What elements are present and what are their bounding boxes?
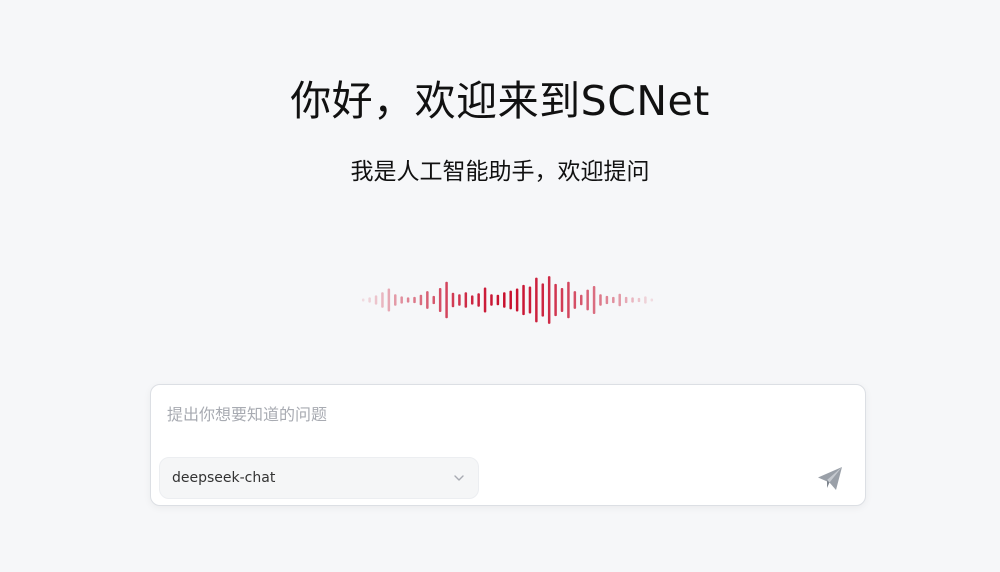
page-subtitle: 我是人工智能助手，欢迎提问 (350, 159, 650, 185)
wave-bar (567, 281, 570, 319)
chevron-down-icon (454, 475, 464, 481)
wave-bar (496, 294, 500, 306)
send-button[interactable] (815, 463, 845, 493)
wave-bar (458, 294, 461, 306)
wave-bar (381, 292, 384, 308)
model-select-value: deepseek-chat (172, 470, 276, 486)
wave-bar (554, 283, 557, 317)
model-select[interactable]: deepseek-chat (159, 457, 479, 499)
wave-bar (361, 298, 365, 302)
wave-bar (445, 281, 448, 319)
wave-bar (612, 296, 615, 304)
wave-bar (547, 276, 551, 324)
wave-bar (470, 295, 474, 305)
paper-plane-icon (818, 467, 842, 490)
wave-bar (464, 292, 468, 308)
wave-bar (605, 295, 609, 305)
wave-bar (503, 292, 506, 308)
wave-bar (573, 291, 577, 309)
wave-bar (432, 295, 435, 305)
wave-bar (387, 288, 391, 312)
wave-bar (631, 297, 634, 303)
wave-bar (644, 296, 647, 304)
wave-bar (650, 298, 654, 302)
sound-wave-icon (361, 276, 654, 324)
wave-bar (406, 297, 410, 303)
wave-bar (515, 288, 519, 312)
wave-bar (580, 294, 583, 306)
wave-bar (394, 294, 397, 306)
wave-bar (599, 294, 602, 306)
wave-bar (419, 294, 423, 306)
wave-bar (413, 296, 416, 304)
wave-bar (483, 287, 487, 313)
wave-bar (374, 295, 378, 305)
wave-bar (451, 292, 455, 308)
wave-bar (618, 293, 621, 307)
wave-bar (560, 288, 564, 312)
wave-bar (528, 286, 532, 314)
wave-bar (368, 297, 371, 303)
wave-bar (490, 294, 493, 306)
wave-bar (522, 284, 525, 316)
page-title: 你好，欢迎来到SCNet (290, 77, 710, 125)
chat-input-box: deepseek-chat (150, 384, 866, 506)
wave-bar (637, 297, 641, 303)
wave-bar (535, 277, 538, 323)
wave-bar (624, 296, 628, 304)
wave-bar (426, 291, 429, 309)
wave-bar (541, 283, 545, 317)
wave-bar (477, 293, 480, 307)
wave-bar (400, 296, 403, 304)
wave-bar (438, 288, 442, 312)
wave-bar (586, 289, 589, 311)
wave-bar (509, 290, 512, 310)
wave-bar (592, 285, 596, 315)
question-input[interactable] (167, 401, 847, 427)
